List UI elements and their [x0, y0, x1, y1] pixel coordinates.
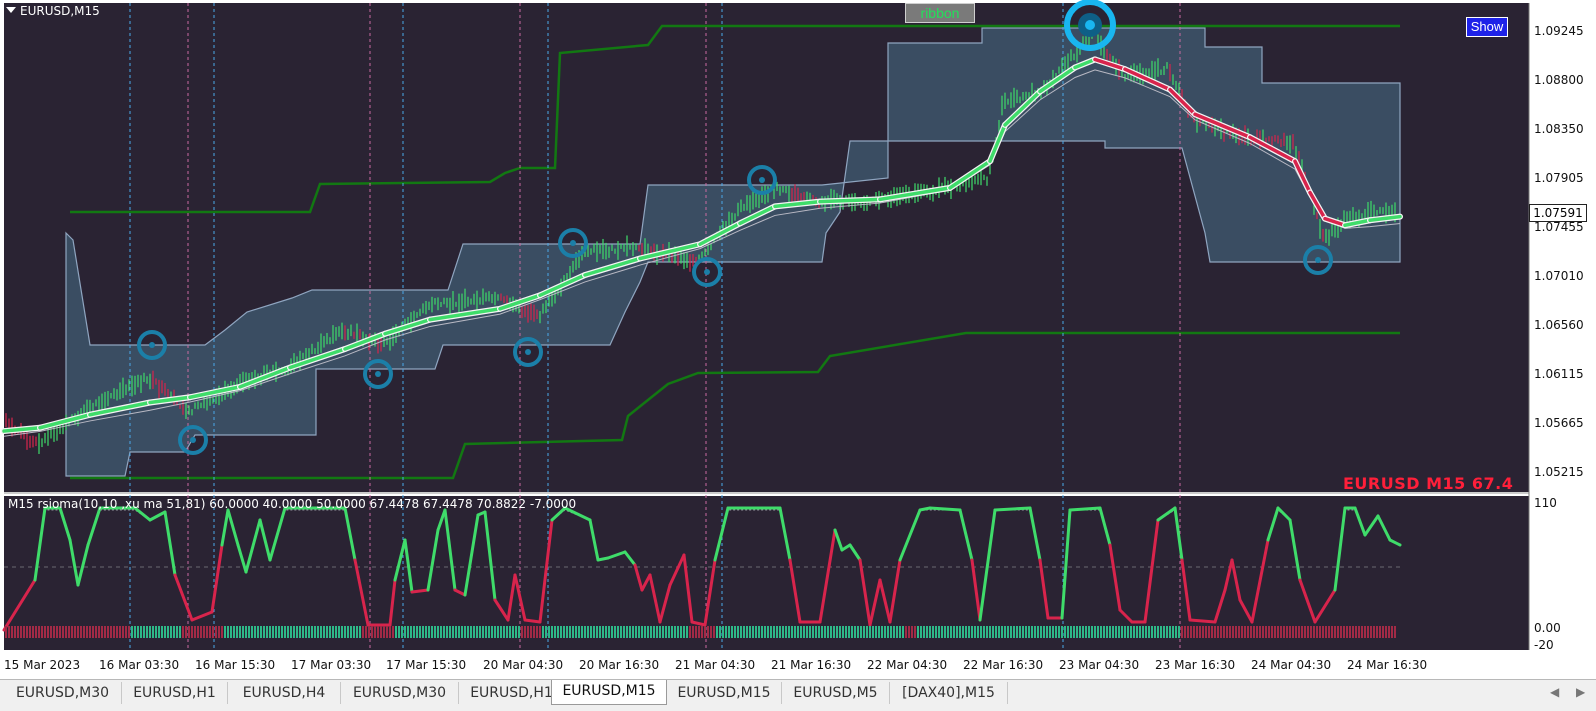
arrow-right-icon[interactable]: ▶ — [1576, 685, 1585, 699]
time-tick: 21 Mar 16:30 — [771, 658, 852, 672]
oscillator-line — [1068, 506, 1102, 512]
price-tick: 1.05665 — [1534, 416, 1584, 430]
signal-dot — [190, 437, 196, 443]
time-tick: 24 Mar 16:30 — [1347, 658, 1428, 672]
symbol-value-label: EURUSD M15 67.4 — [1343, 474, 1514, 493]
tab-eurusd-m30-2[interactable]: EURUSD,M30 — [341, 682, 459, 704]
ma-line — [818, 197, 882, 204]
triangle-down-icon[interactable] — [6, 7, 16, 13]
signal-dot — [759, 177, 765, 183]
signal-dot-core — [1085, 20, 1095, 30]
tab-eurusd-m15-active[interactable]: EURUSD,M15 — [551, 680, 667, 705]
tab-dax40-m15[interactable]: [DAX40],M15 — [890, 682, 1008, 704]
signal-dot — [375, 371, 381, 377]
time-tick: 24 Mar 04:30 — [1251, 658, 1332, 672]
time-tick: 20 Mar 04:30 — [483, 658, 564, 672]
tab-eurusd-h1[interactable]: EURUSD,H1 — [122, 682, 228, 704]
current-price-label: 1.07591 — [1529, 204, 1587, 222]
tab-eurusd-h4[interactable]: EURUSD,H4 — [228, 682, 341, 704]
time-tick: 17 Mar 15:30 — [386, 658, 467, 672]
price-tick: 1.08350 — [1534, 122, 1584, 136]
time-tick: 15 Mar 2023 — [4, 658, 81, 672]
oscillator-line — [928, 506, 962, 512]
price-tick: 1.06115 — [1534, 367, 1584, 381]
time-tick: 20 Mar 16:30 — [579, 658, 660, 672]
indicator-title: M15 rsioma(10,10 ,xu ma 51,81) 60.0000 4… — [8, 497, 577, 511]
time-tick: 21 Mar 04:30 — [675, 658, 756, 672]
chart-tab-bar: EURUSD,M30 EURUSD,H1 EURUSD,H4 EURUSD,M3… — [0, 679, 1596, 711]
time-tick: 22 Mar 04:30 — [867, 658, 948, 672]
price-tick: 1.07905 — [1534, 171, 1584, 185]
chart-window[interactable]: EURUSD,M15 ribbon Show EURUSD M15 67.4 M… — [0, 0, 1596, 672]
symbol-title[interactable]: EURUSD,M15 — [6, 4, 100, 18]
tab-eurusd-m30[interactable]: EURUSD,M30 — [4, 682, 122, 704]
oscillator-line — [410, 588, 430, 594]
signal-dot — [570, 240, 576, 246]
indicator-tick: 0.00 — [1534, 621, 1561, 635]
oscillator-line — [596, 556, 610, 562]
price-tick: 1.07455 — [1534, 220, 1584, 234]
signal-dot — [149, 342, 155, 348]
indicator-tick: -20 — [1534, 638, 1554, 652]
time-tick: 22 Mar 16:30 — [963, 658, 1044, 672]
oscillator-line — [993, 506, 1032, 512]
signal-dot — [704, 269, 710, 275]
oscillator-line — [1188, 618, 1217, 624]
oscillator-line — [523, 618, 542, 624]
time-tick: 23 Mar 16:30 — [1155, 658, 1236, 672]
signal-dot — [1315, 257, 1321, 263]
tab-eurusd-m15[interactable]: EURUSD,M15 — [667, 682, 782, 704]
price-tick: 1.08800 — [1534, 73, 1584, 87]
time-tick: 16 Mar 15:30 — [195, 658, 276, 672]
symbol-title-text: EURUSD,M15 — [20, 4, 100, 18]
time-tick: 17 Mar 03:30 — [291, 658, 372, 672]
oscillator-line — [918, 506, 932, 512]
tab-eurusd-h1-2[interactable]: EURUSD,H1 — [459, 682, 565, 704]
signal-dot — [525, 349, 531, 355]
arrow-left-icon[interactable]: ◀ — [1550, 685, 1559, 699]
ribbon-button[interactable]: ribbon — [905, 3, 975, 23]
tab-eurusd-m5[interactable]: EURUSD,M5 — [782, 682, 890, 704]
chart-canvas[interactable] — [0, 0, 1596, 670]
show-button[interactable]: Show — [1466, 17, 1508, 37]
time-tick: 16 Mar 03:30 — [99, 658, 180, 672]
price-tick: 1.05215 — [1534, 465, 1584, 479]
indicator-tick: 110 — [1534, 496, 1557, 510]
price-tick: 1.07010 — [1534, 269, 1584, 283]
time-tick: 23 Mar 04:30 — [1059, 658, 1140, 672]
price-tick: 1.06560 — [1534, 318, 1584, 332]
price-tick: 1.09245 — [1534, 24, 1584, 38]
